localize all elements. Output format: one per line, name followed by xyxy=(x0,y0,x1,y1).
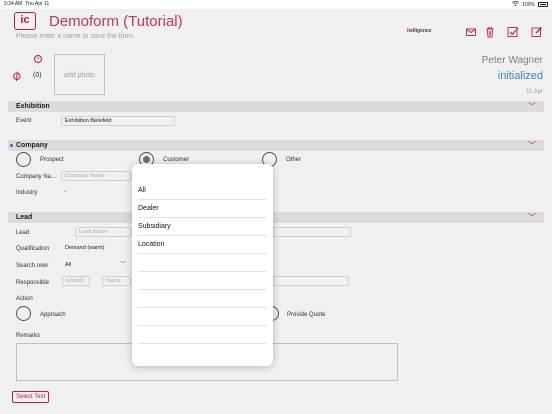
battery-percent: 100% xyxy=(522,1,535,8)
popover-option-dealer[interactable]: Dealer xyxy=(138,200,267,218)
popover-empty-row xyxy=(138,344,267,362)
popover-empty-row xyxy=(138,308,267,326)
search-over-popover: All Dealer Subsidiary Location xyxy=(132,164,273,366)
wifi-icon xyxy=(512,0,520,8)
popover-empty-row xyxy=(138,272,267,290)
clock: 9:34 AM xyxy=(4,1,23,7)
popover-empty-row xyxy=(138,254,267,272)
status-right: 100% xyxy=(512,0,548,8)
popover-empty-row xyxy=(138,290,267,308)
dim-overlay[interactable] xyxy=(0,9,552,414)
popover-option-subsidiary[interactable]: Subsidiary xyxy=(138,218,267,236)
popover-empty-row xyxy=(138,326,267,344)
status-date: Thu Apr 11 xyxy=(25,1,50,7)
popover-option-location[interactable]: Location xyxy=(138,236,267,254)
status-bar: 9:34 AM Thu Apr 11 100% xyxy=(0,0,552,9)
popover-option-all[interactable]: All xyxy=(138,182,267,200)
battery-icon xyxy=(538,2,548,7)
status-time: 9:34 AM Thu Apr 11 xyxy=(4,1,49,7)
